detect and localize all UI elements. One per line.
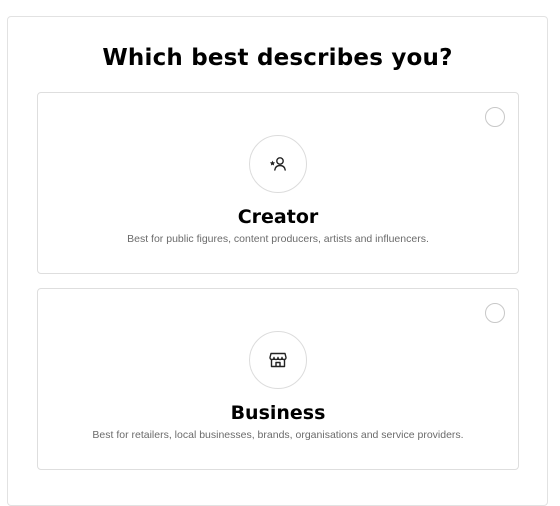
business-description: Best for retailers, local businesses, br… (92, 429, 464, 441)
creator-title: Creator (237, 206, 319, 228)
creator-option-card[interactable]: Creator Best for public figures, content… (37, 92, 519, 274)
creator-description: Best for public figures, content produce… (127, 233, 429, 245)
business-option-card[interactable]: Business Best for retailers, local busin… (37, 288, 519, 470)
business-icon-container (249, 331, 307, 389)
account-type-panel: Which best describes you? Creator Best f… (7, 16, 548, 506)
business-radio-button[interactable] (485, 303, 505, 323)
creator-radio-button[interactable] (485, 107, 505, 127)
creator-icon-container (249, 135, 307, 193)
storefront-icon (268, 350, 288, 370)
creator-person-star-icon (268, 154, 288, 174)
business-title: Business (230, 402, 326, 424)
page-title: Which best describes you? (102, 45, 453, 71)
